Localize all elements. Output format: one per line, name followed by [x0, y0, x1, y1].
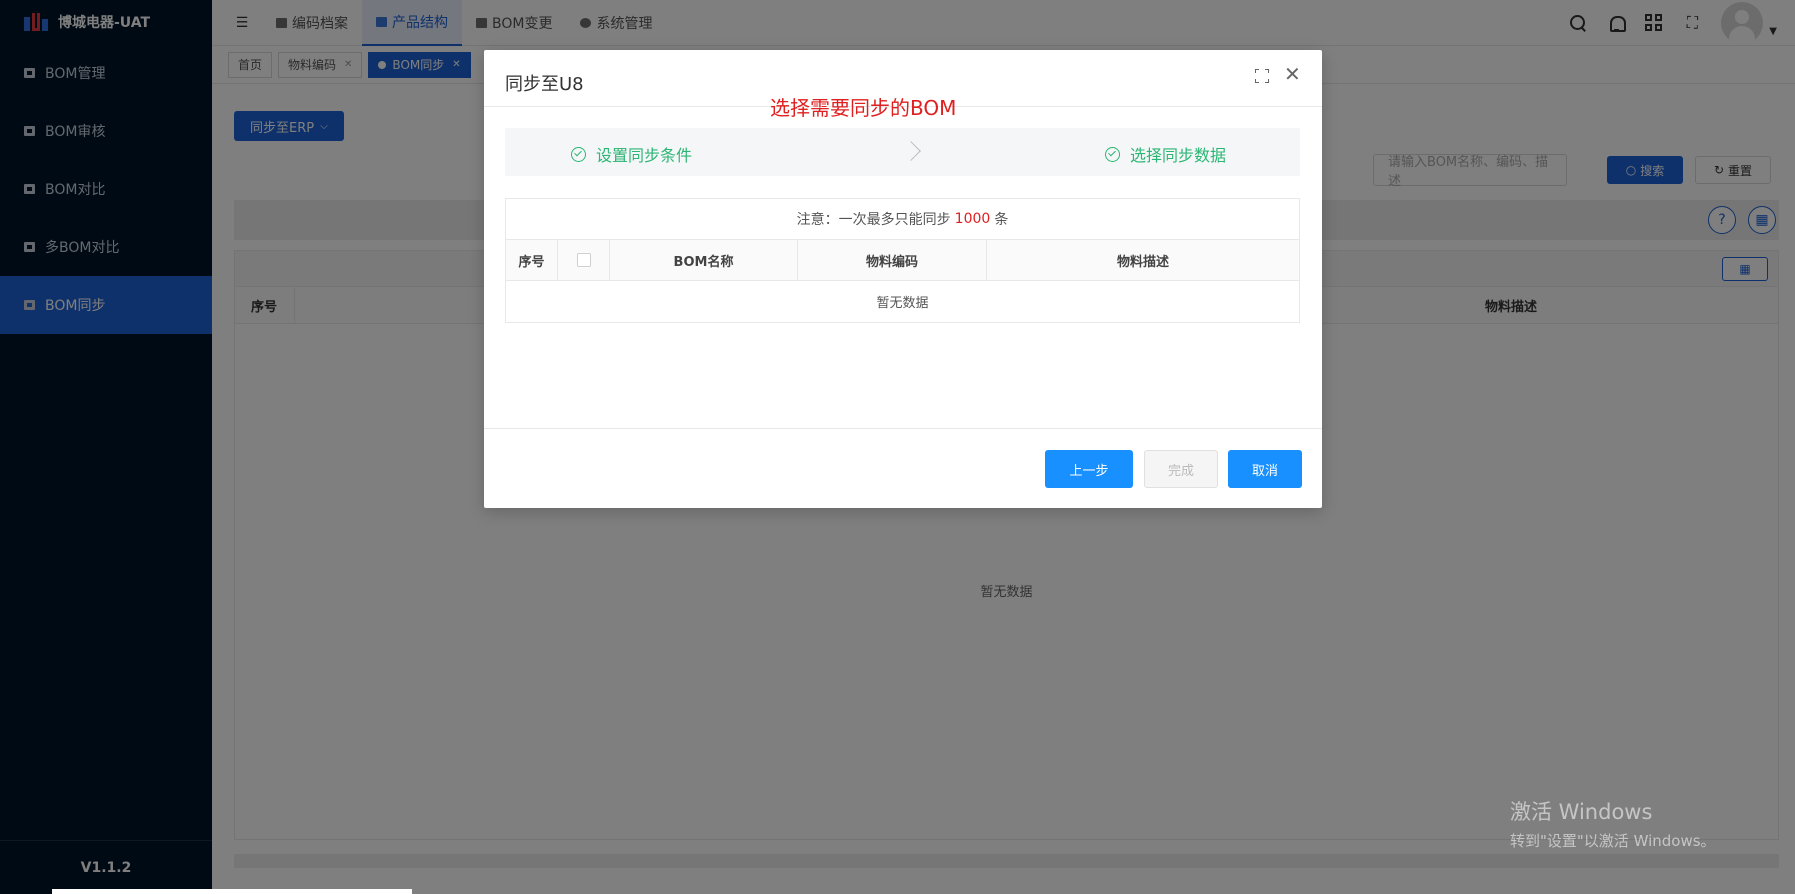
taskbar-indicator — [52, 889, 412, 894]
cancel-button[interactable]: 取消 — [1228, 450, 1302, 488]
note-text: 注意：一次最多只能同步 — [796, 212, 951, 228]
check-circle-icon — [571, 146, 586, 162]
column-header-bom-name: BOM名称 — [610, 240, 798, 280]
step-set-conditions: 设置同步条件 — [571, 142, 692, 166]
sync-data-table: 注意：一次最多只能同步 1000 条 序号 BOM名称 物料编码 物料描述 暂无… — [505, 198, 1300, 323]
column-header-material-desc: 物料描述 — [1116, 254, 1169, 270]
sync-dialog: 同步至U8 ✕ 选择需要同步的BOM 设置同步条件 选择同步数据 注意：一次最多… — [484, 50, 1322, 508]
step-label: 选择同步数据 — [1130, 146, 1227, 165]
sync-limit-note: 注意：一次最多只能同步 1000 条 — [506, 199, 1299, 240]
check-circle-icon — [1105, 146, 1120, 162]
steps-bar: 设置同步条件 选择同步数据 — [505, 128, 1300, 176]
close-icon[interactable]: ✕ — [1284, 64, 1301, 84]
select-all-checkbox[interactable] — [576, 253, 591, 267]
annotation-text: 选择需要同步的BOM — [770, 96, 957, 120]
chevron-right-icon — [901, 141, 921, 161]
column-header-seq: 序号 — [506, 240, 558, 280]
dialog-footer: 上一步 完成 取消 — [484, 428, 1322, 508]
table-empty-text: 暂无数据 — [876, 296, 929, 311]
note-suffix: 条 — [994, 212, 1009, 228]
finish-button[interactable]: 完成 — [1144, 450, 1218, 488]
windows-activation-watermark: 激活 Windows 转到"设置"以激活 Windows。 — [1510, 796, 1716, 851]
previous-step-button[interactable]: 上一步 — [1045, 450, 1133, 488]
table-head: 序号 BOM名称 物料编码 物料描述 — [506, 240, 1299, 281]
watermark-line2: 转到"设置"以激活 Windows。 — [1510, 832, 1716, 850]
step-label: 设置同步条件 — [596, 146, 693, 165]
watermark-line1: 激活 Windows — [1510, 800, 1653, 824]
column-header-material-code: 物料编码 — [798, 240, 987, 280]
step-select-data: 选择同步数据 — [1105, 142, 1226, 166]
note-count: 1000 — [954, 211, 991, 227]
column-header-select — [558, 240, 610, 280]
maximize-icon[interactable] — [1255, 69, 1269, 83]
dialog-title: 同步至U8 — [505, 74, 584, 95]
